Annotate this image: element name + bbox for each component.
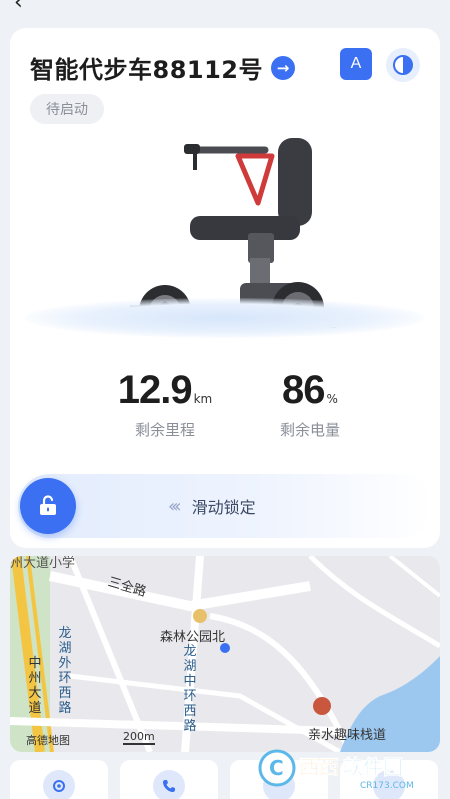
half-circle-icon: [393, 55, 413, 75]
battery-value: 86: [282, 368, 325, 412]
location-map[interactable]: 州大道小学 三全路 森林公园北 龙湖中环西路 龙湖外环西路 中州大道 亲水趣味栈…: [10, 556, 440, 752]
range-unit: km: [193, 392, 213, 406]
map-roads: [10, 556, 440, 752]
location-icon: [43, 770, 75, 799]
phone-icon: [153, 770, 185, 799]
battery-unit: %: [326, 392, 338, 406]
remaining-battery: 86% 剩余电量: [260, 368, 360, 440]
range-label: 剩余里程: [134, 421, 195, 439]
mode-badge[interactable]: A: [340, 48, 372, 80]
svg-text:CR173.COM: CR173.COM: [360, 781, 414, 791]
slider-label: 滑动锁定: [191, 498, 256, 517]
top-bar: ‹: [0, 0, 450, 18]
svg-text:C: C: [269, 756, 284, 780]
map-scale: 200m: [123, 730, 155, 745]
slider-hint: ‹‹‹ 滑动锁定: [168, 494, 256, 518]
tile-location[interactable]: [10, 760, 108, 799]
svg-text:西西: 西西: [299, 755, 339, 779]
slide-to-lock-slider[interactable]: ‹‹‹ 滑动锁定: [18, 474, 432, 538]
remaining-range: 12.9 km 剩余里程: [100, 368, 230, 440]
map-label-qinshui-trail: 亲水趣味栈道: [308, 728, 387, 743]
chevrons-left-icon: ‹‹‹: [168, 495, 181, 517]
map-provider: 高德地图: [26, 734, 70, 747]
wheelchair-image: [10, 108, 440, 338]
floor-glow: [25, 298, 425, 338]
svg-text:软件园: 软件园: [343, 755, 403, 779]
map-label-longhu-zhonghuan-west: 龙湖中环西路: [183, 644, 197, 734]
map-label-school: 州大道小学: [10, 556, 76, 571]
theme-toggle-button[interactable]: [386, 48, 420, 82]
slider-handle[interactable]: [20, 478, 76, 534]
battery-label: 剩余电量: [279, 421, 340, 439]
tile-phone[interactable]: [120, 760, 218, 799]
range-value: 12.9: [117, 368, 193, 412]
back-icon[interactable]: ‹: [14, 0, 23, 15]
map-label-longhu-waihuan-west: 龙湖外环西路: [58, 626, 72, 716]
device-name: 智能代步车88112号: [30, 56, 263, 84]
device-detail-arrow-icon[interactable]: →: [271, 55, 295, 80]
device-name-row[interactable]: 智能代步车88112号 →: [30, 50, 295, 85]
unlock-icon: [40, 495, 56, 515]
watermark-logo: C 西西 软件园 CR173.COM: [255, 742, 440, 792]
map-label-zhongzhou-avenue: 中州大道: [28, 656, 42, 716]
vehicle-card: 智能代步车88112号 → A 待启动 12.9 km 剩余里程 86 % 剩余…: [10, 28, 440, 548]
map-label-senlin-park-north: 森林公园北: [160, 630, 226, 645]
